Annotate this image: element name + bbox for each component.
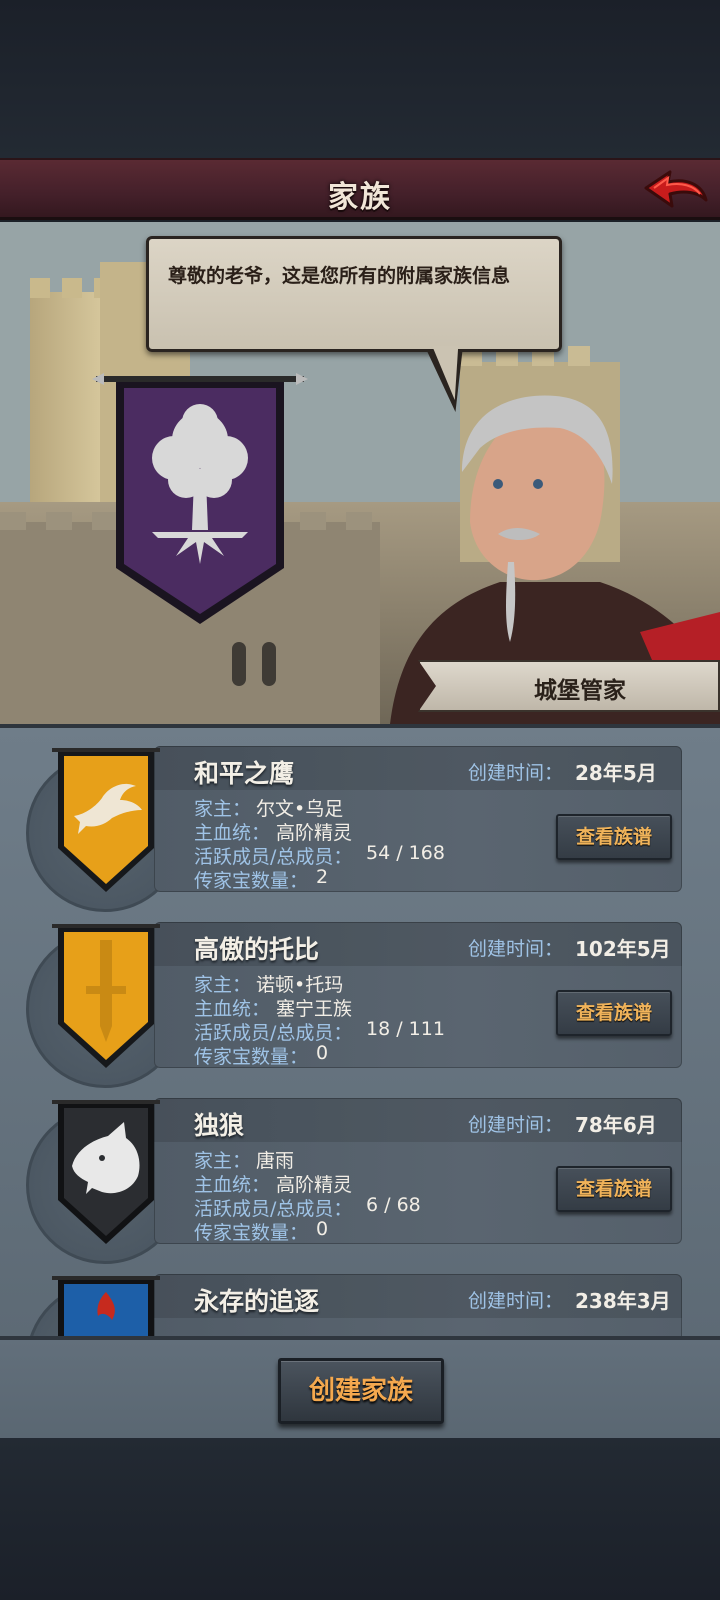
members-value: 54 / 168 [366, 842, 445, 864]
navigation-bar-area [0, 1438, 720, 1600]
patriarch-label: 家主： [194, 1150, 252, 1172]
steward-label: 城堡管家 [534, 678, 626, 704]
patriarch-value: 尔文•乌足 [256, 798, 344, 820]
family-banner [52, 1100, 160, 1244]
dialog-text: 尊敬的老爷，这是您所有的附属家族信息 [168, 265, 511, 287]
created-label: 创建时间： [468, 762, 564, 784]
bloodline-value: 高阶精灵 [276, 822, 353, 844]
members-value: 18 / 111 [366, 1018, 445, 1040]
bloodline-label: 主血统： [194, 822, 271, 844]
family-name: 永存的追逐 [194, 1287, 320, 1316]
family-name: 高傲的托比 [194, 935, 320, 964]
created-value: 28年5月 [575, 761, 657, 785]
bloodline-label: 主血统： [194, 1174, 271, 1196]
members-value: 6 / 68 [366, 1194, 421, 1216]
bloodline-label: 主血统： [194, 998, 271, 1020]
family-banner [52, 1276, 160, 1336]
family-name: 和平之鹰 [194, 759, 295, 788]
heirlooms-value: 0 [316, 1218, 329, 1240]
heirlooms-value: 2 [316, 866, 329, 888]
heirlooms-label: 传家宝数量： [194, 870, 309, 892]
members-label: 活跃成员/总成员： [194, 1198, 353, 1220]
heirlooms-label: 传家宝数量： [194, 1222, 309, 1244]
patriarch-value: 诺顿•托玛 [256, 974, 344, 996]
created-value: 78年6月 [575, 1113, 657, 1137]
bloodline-value: 塞宁王族 [276, 998, 353, 1020]
house-banner [92, 373, 308, 624]
create-family-button[interactable]: 创建家族 [278, 1358, 444, 1424]
family-banner [52, 924, 160, 1068]
created-value: 238年3月 [575, 1289, 671, 1313]
created-value: 102年5月 [575, 937, 671, 961]
view-family-tree-button[interactable]: 查看族谱 [556, 814, 672, 860]
view-family-tree-button[interactable]: 查看族谱 [556, 1166, 672, 1212]
created-label: 创建时间： [468, 938, 564, 960]
heirlooms-value: 0 [316, 1042, 329, 1064]
status-bar-area [0, 0, 720, 158]
view-family-tree-button[interactable]: 查看族谱 [556, 990, 672, 1036]
members-label: 活跃成员/总成员： [194, 1022, 353, 1044]
family-name: 独狼 [194, 1111, 245, 1140]
family-banner [52, 748, 160, 892]
created-label: 创建时间： [468, 1114, 564, 1136]
patriarch-label: 家主： [194, 974, 252, 996]
bloodline-value: 高阶精灵 [276, 1174, 353, 1196]
header-bar: 家族 [0, 158, 720, 220]
page-title: 家族 [328, 180, 392, 215]
speech-bubble [146, 236, 562, 352]
family-list[interactable]: 和平之鹰 创建时间： 28年5月 家主： 尔文•乌足 主血统： 高阶精灵 活跃成… [0, 724, 720, 1336]
members-label: 活跃成员/总成员： [194, 846, 353, 868]
created-label: 创建时间： [468, 1290, 564, 1312]
heirlooms-label: 传家宝数量： [194, 1046, 309, 1068]
patriarch-value: 唐雨 [256, 1150, 295, 1172]
patriarch-label: 家主： [194, 798, 252, 820]
back-arrow-icon[interactable] [640, 166, 712, 214]
